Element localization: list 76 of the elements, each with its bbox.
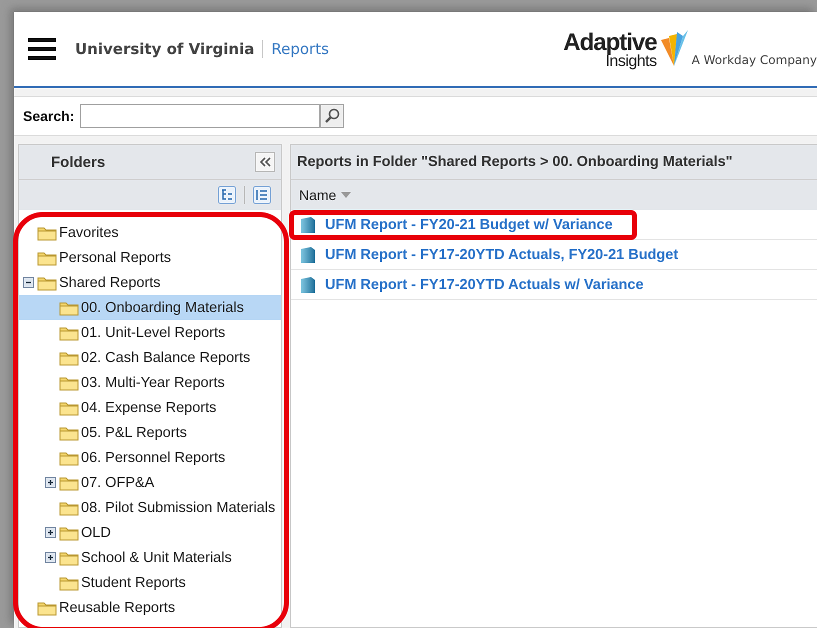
report-link[interactable]: UFM Report - FY17-20YTD Actuals w/ Variance [325,276,644,292]
expand-icon[interactable] [45,552,56,563]
tree-row[interactable]: 03. Multi-Year Reports [19,370,281,395]
expand-icon[interactable] [45,527,56,538]
report-icon [301,246,315,262]
folder-label[interactable]: 05. P&L Reports [81,424,187,440]
tree-row[interactable]: Personal Reports [19,245,281,270]
logo-word: Adaptive [563,31,657,55]
folder-label[interactable]: 04. Expense Reports [81,400,216,416]
folder-label[interactable]: 06. Personnel Reports [81,450,226,466]
list-view-icon[interactable] [253,186,271,204]
folder-icon [37,224,57,240]
tree-row[interactable]: Favorites [19,220,281,245]
report-icon [301,216,315,232]
folder-label[interactable]: 08. Pilot Submission Materials [81,500,276,516]
panel-title: Reports in Folder "Shared Reports > 00. Onboarding Materials" [297,154,733,170]
folder-icon [59,574,79,590]
section-link[interactable]: Reports [263,40,329,58]
folder-label[interactable]: OLD [81,524,111,540]
folder-label[interactable]: Reusable Reports [59,600,176,616]
logo-icon [658,28,689,68]
folder-icon [59,324,79,340]
folder-icon [59,400,79,416]
folder-label[interactable]: 03. Multi-Year Reports [81,374,225,390]
tree-row[interactable]: Reusable Reports [19,595,281,620]
folder-icon [59,424,79,440]
collapse-icon[interactable] [23,277,34,288]
tree-row[interactable]: 05. P&L Reports [19,420,281,445]
tree-row[interactable]: Student Reports [19,570,281,595]
logo-tagline: A Workday Company [692,53,817,67]
search-icon [324,108,340,124]
tree-row[interactable]: Shared Reports [19,270,281,295]
tree-row[interactable]: 02. Cash Balance Reports [19,345,281,370]
expand-icon[interactable] [45,477,56,488]
folder-icon [59,300,79,316]
search-label: Search: [23,108,74,124]
double-chevron-icon [259,157,271,167]
folder-icon [59,550,79,566]
folder-label[interactable]: School & Unit Materials [81,550,232,566]
folder-icon [59,450,79,466]
folder-label[interactable]: Favorites [59,224,119,240]
tree-row[interactable]: 00. Onboarding Materials [19,295,281,320]
folder-icon [59,500,79,516]
folder-label[interactable]: 07. OFP&A [81,474,154,490]
tree-row[interactable]: 01. Unit-Level Reports [19,320,281,345]
folder-icon [59,524,79,540]
tree-row[interactable]: OLD [19,520,281,545]
report-link[interactable]: UFM Report - FY20-21 Budget w/ Variance [325,216,613,232]
logo-subword: Insights [605,54,657,70]
folder-label[interactable]: 00. Onboarding Materials [81,300,244,316]
report-icon [301,276,315,292]
folder-icon [37,274,57,290]
tree-row[interactable]: School & Unit Materials [19,545,281,570]
tree-row[interactable]: 06. Personnel Reports [19,445,281,470]
search-field[interactable] [80,104,320,128]
folder-icon [37,600,57,616]
collapse-button[interactable] [255,152,275,172]
folder-label[interactable]: Personal Reports [59,250,172,266]
search-button[interactable] [320,104,344,128]
folder-label[interactable]: 01. Unit-Level Reports [81,324,226,340]
tree-view-icon[interactable] [218,186,236,204]
organization-name: University of Virginia [75,40,264,58]
tree-row[interactable]: 08. Pilot Submission Materials [19,495,281,520]
folder-icon [59,474,79,490]
menu-icon[interactable] [28,37,56,61]
tree-row[interactable]: 04. Expense Reports [19,395,281,420]
folder-label[interactable]: 02. Cash Balance Reports [81,350,250,366]
folder-icon [59,374,79,390]
tree-row[interactable]: 07. OFP&A [19,470,281,495]
folder-label[interactable]: Shared Reports [59,274,161,290]
folder-icon [37,250,57,266]
report-link[interactable]: UFM Report - FY17-20YTD Actuals, FY20-21 Budget [325,246,678,262]
folder-label[interactable]: Student Reports [81,574,186,590]
column-header[interactable]: Name [299,187,336,203]
folder-icon [59,350,79,366]
panel-title: Folders [51,154,106,170]
